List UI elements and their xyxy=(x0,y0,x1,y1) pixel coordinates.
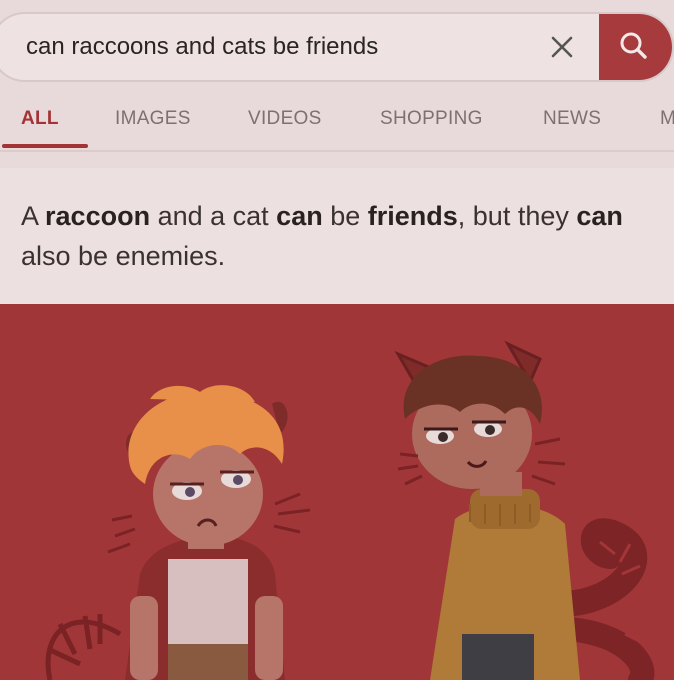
search-box xyxy=(0,12,674,82)
tab-news[interactable]: NEWS xyxy=(543,108,601,130)
search-button[interactable] xyxy=(599,14,672,80)
search-bar xyxy=(0,12,674,82)
illustration xyxy=(0,304,674,680)
answer-text: A raccoon and a cat can be friends, but … xyxy=(21,201,623,271)
search-tabs: ALL IMAGES VIDEOS SHOPPING NEWS M xyxy=(0,96,674,152)
tab-more[interactable]: M xyxy=(660,108,674,130)
active-tab-indicator xyxy=(2,144,88,148)
raccoon-and-cat-illustration xyxy=(45,340,655,680)
divider xyxy=(0,150,674,152)
raccoon-tail xyxy=(45,614,122,680)
search-icon xyxy=(620,32,647,59)
raccoon-character xyxy=(107,385,311,680)
close-icon xyxy=(551,36,573,58)
featured-answer: A raccoon and a cat can be friends, but … xyxy=(0,168,674,304)
cat-character xyxy=(394,340,580,680)
tab-shopping[interactable]: SHOPPING xyxy=(380,108,483,130)
tab-videos[interactable]: VIDEOS xyxy=(248,108,322,130)
search-input[interactable] xyxy=(26,14,526,80)
clear-search-button[interactable] xyxy=(545,30,579,64)
tab-images[interactable]: IMAGES xyxy=(115,108,191,130)
tab-all[interactable]: ALL xyxy=(21,108,59,130)
